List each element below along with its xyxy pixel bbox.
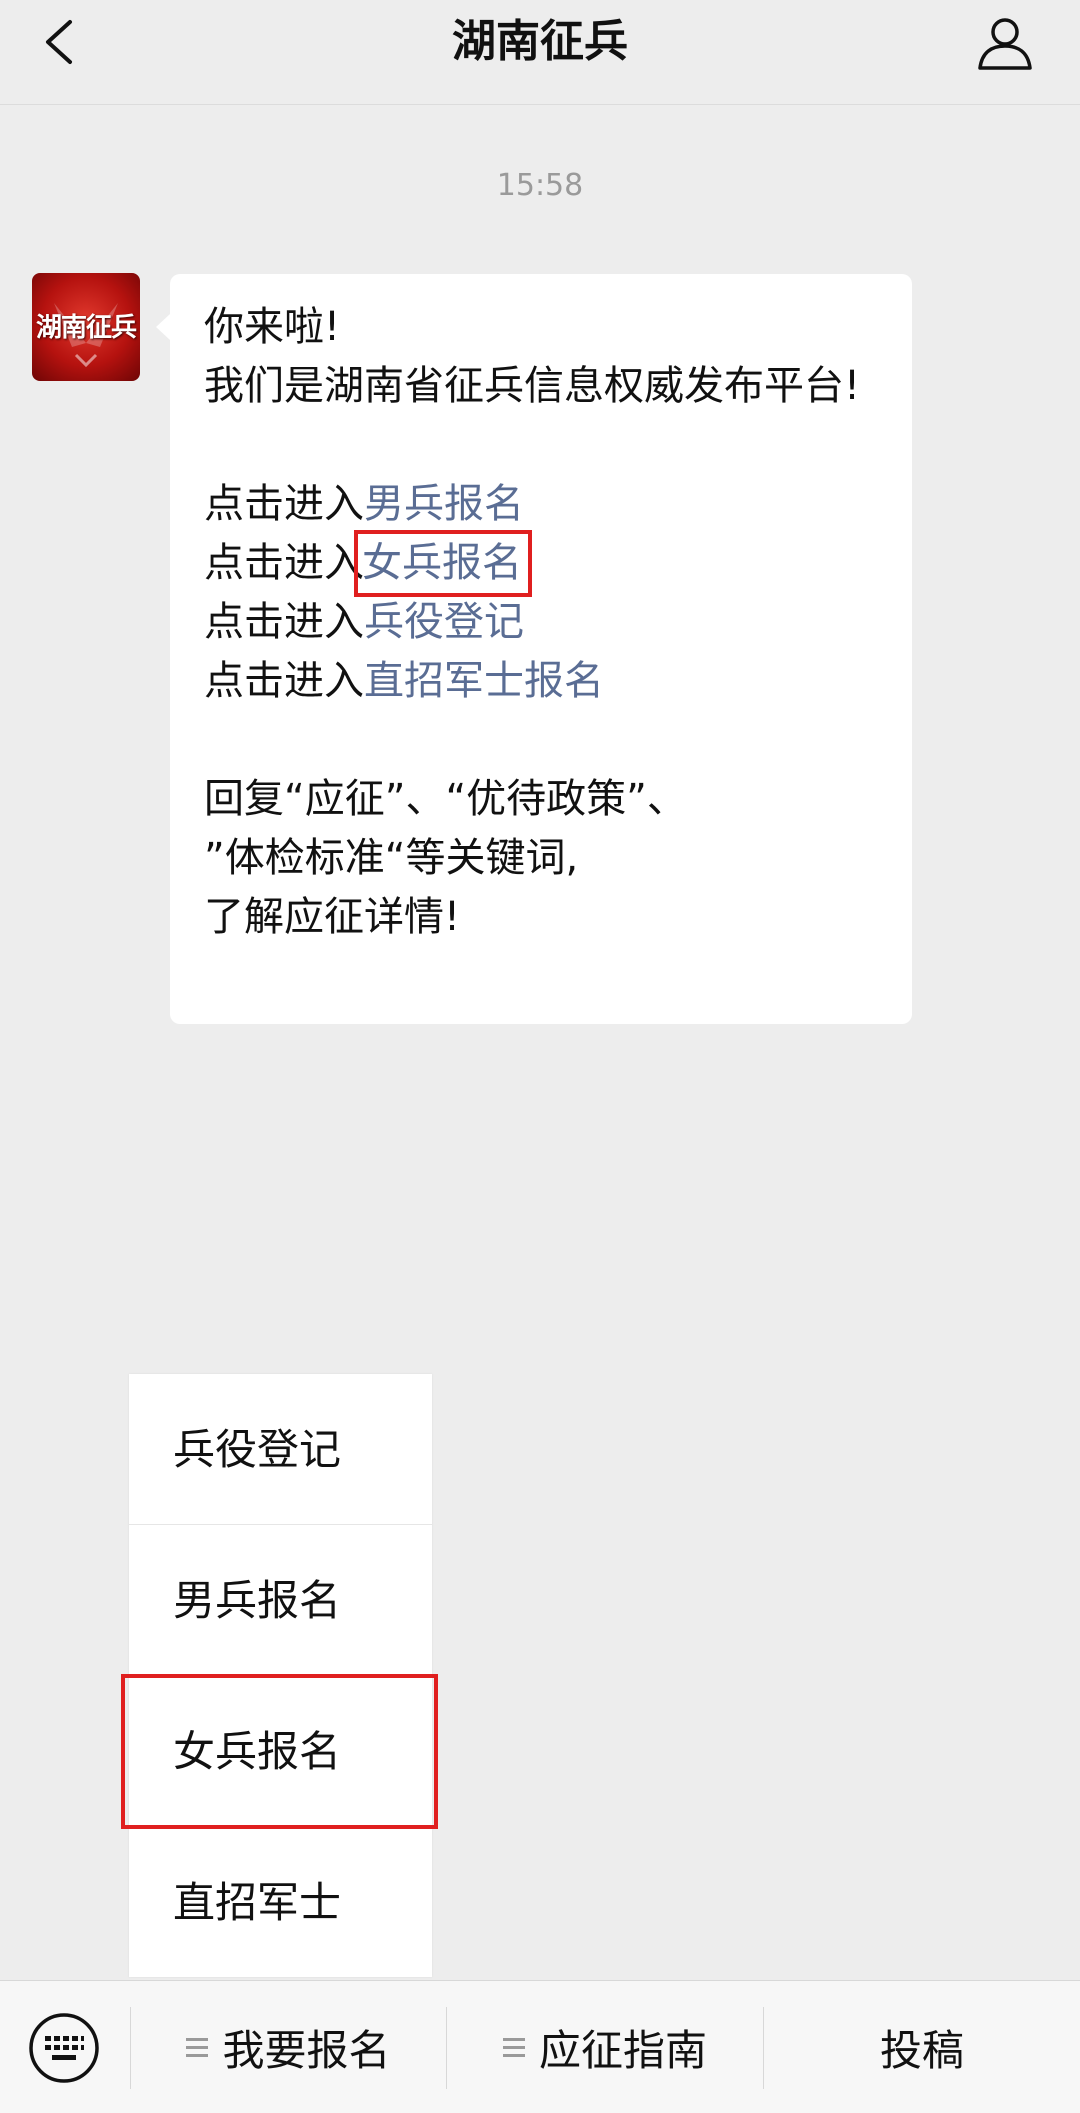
message-reply-hint-2: ”体检标准“等关键词, (204, 835, 579, 881)
bottom-menu-bar: 我要报名 应征指南 投稿 (0, 1980, 1080, 2113)
message-greeting: 你来啦! (204, 304, 341, 350)
message-prefix: 点击进入 (204, 540, 364, 586)
submenu-item-male-enlist[interactable]: 男兵报名 (129, 1525, 432, 1676)
message-prefix: 点击进入 (204, 481, 364, 527)
menu-lines-icon (186, 2033, 209, 2062)
menu-submit[interactable]: 投稿 (764, 1981, 1080, 2113)
avatar[interactable]: 湖南征兵 (32, 273, 140, 381)
link-female-enlist[interactable]: 女兵报名 (354, 530, 532, 597)
chat-screen: 湖南征兵 15:58 湖南征兵 你来啦! 我们是湖南省征兵信息权威发布平台! 点… (0, 0, 1080, 2113)
keyboard-icon (29, 2013, 99, 2083)
avatar-logo-text: 湖南征兵 (35, 313, 137, 343)
submenu-item-nco[interactable]: 直招军士 (129, 1827, 432, 1977)
submenu-item-female-enlist[interactable]: 女兵报名 (121, 1674, 438, 1829)
profile-button[interactable] (976, 14, 1034, 72)
message-bubble: 你来啦! 我们是湖南省征兵信息权威发布平台! 点击进入男兵报名 点击进入女兵报名… (156, 274, 912, 1024)
message-timestamp: 15:58 (496, 168, 584, 203)
menu-guide[interactable]: 应征指南 (447, 1981, 763, 2113)
menu-enlist[interactable]: 我要报名 (131, 1981, 446, 2113)
submenu-popup: 兵役登记 男兵报名 女兵报名 直招军士 (121, 1374, 438, 1977)
menu-guide-label: 应征指南 (538, 2026, 707, 2075)
message-reply-hint-1: 回复“应征”、“优待政策”、 (204, 776, 687, 822)
message-line: 点击进入男兵报名 (204, 475, 882, 534)
person-icon (978, 18, 1032, 70)
menu-submit-label: 投稿 (879, 2026, 964, 2075)
submenu-item-military-registration[interactable]: 兵役登记 (129, 1374, 432, 1525)
link-military-registration[interactable]: 兵役登记 (364, 599, 524, 645)
message-reply-hint-3: 了解应征详情! (204, 894, 461, 940)
top-bar: 湖南征兵 (0, 0, 1080, 105)
menu-enlist-label: 我要报名 (222, 2026, 391, 2075)
menu-lines-icon (502, 2033, 525, 2062)
message-line: 点击进入兵役登记 (204, 593, 882, 652)
message-prefix: 点击进入 (204, 599, 364, 645)
keyboard-toggle-button[interactable] (28, 2012, 100, 2084)
link-male-enlist[interactable]: 男兵报名 (364, 481, 524, 527)
page-title: 湖南征兵 (452, 16, 628, 67)
message-line: 点击进入女兵报名 (204, 530, 882, 597)
message-intro: 我们是湖南省征兵信息权威发布平台! (204, 363, 861, 409)
link-nco-recruit[interactable]: 直招军士报名 (364, 658, 604, 704)
message-prefix: 点击进入 (204, 658, 364, 704)
bubble-pointer (156, 314, 170, 340)
message-line: 点击进入直招军士报名 (204, 652, 882, 711)
